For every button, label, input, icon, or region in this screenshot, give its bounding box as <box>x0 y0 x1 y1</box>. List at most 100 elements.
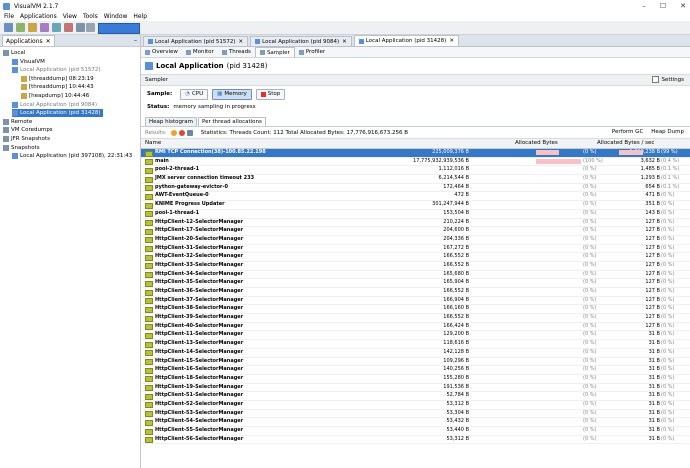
table-row[interactable]: HttpClient-40-SelectorManager 166,424 B (0… <box>141 323 690 332</box>
document-tab[interactable]: Local Application (pid 9084) ✕ <box>250 36 352 46</box>
tree-node[interactable]: VisualVM <box>12 58 45 66</box>
table-row[interactable]: HttpClient-11-SelectorManager 129,200 B (0… <box>141 331 690 341</box>
perform-gc-button[interactable]: Perform GC <box>612 129 643 135</box>
table-row[interactable]: main 17,775,932,939,536 B (100 %) 3,632 B (0… <box>141 158 690 167</box>
result-tab[interactable]: Heap histogram <box>145 117 198 126</box>
table-row[interactable]: HttpClient-33-SelectorManager 166,552 B (0… <box>141 262 690 271</box>
table-row[interactable]: HttpClient-12-SelectorManager 210,224 B (0… <box>141 219 690 228</box>
table-row[interactable]: HttpClient-36-SelectorManager 166,552 B (0… <box>141 288 690 297</box>
jfr-icon[interactable] <box>64 23 73 32</box>
table-row[interactable]: HttpClient-39-SelectorManager 166,552 B (0… <box>141 314 690 323</box>
tree-node[interactable]: Remote <box>3 118 32 126</box>
table-row[interactable]: HttpClient-37-SelectorManager 166,904 B (0… <box>141 297 690 306</box>
stop-button[interactable]: Stop <box>255 88 286 100</box>
tree-node[interactable]: [threaddump] 08:23:19 <box>21 75 94 83</box>
sampler-label: Sampler <box>145 77 168 83</box>
close-tab-icon[interactable]: ✕ <box>449 38 454 44</box>
view-tab[interactable]: Threads <box>218 48 255 57</box>
table-row[interactable]: HttpClient-13-SelectorManager 118,616 B (0… <box>141 340 690 349</box>
column-allocated-bytes-per-sec[interactable]: Allocated Bytes / sec <box>597 140 654 146</box>
coredump-icon[interactable] <box>52 23 61 32</box>
view-tab[interactable]: Sampler <box>254 47 295 57</box>
settings-checkbox[interactable] <box>652 76 660 83</box>
tree-node[interactable]: Local Application (pid 397108), 22:31:43 <box>12 152 132 160</box>
cpu-button[interactable]: ◔ CPU <box>180 88 209 100</box>
tree-node[interactable]: JFR Snapshots <box>3 135 50 143</box>
table-row[interactable]: HttpClient-16-SelectorManager 140,256 B (0… <box>141 366 690 375</box>
table-row[interactable]: python-gateway-evictor-0 172,464 B (0 %) 65… <box>141 184 690 193</box>
table-row[interactable]: KNIME Progress Updater 301,247,944 B (0 %)… <box>141 201 690 210</box>
close-icon[interactable]: ✕ <box>680 2 686 10</box>
cell-rate: 351 B <box>645 201 660 208</box>
table-row[interactable]: HttpClient-51-SelectorManager 52,784 B (0 … <box>141 392 690 401</box>
table-row[interactable]: HttpClient-52-SelectorManager 53,312 B (0 … <box>141 401 690 410</box>
tree-node[interactable]: Local Application (pid 31428) <box>12 109 103 118</box>
table-row[interactable]: HttpClient-54-SelectorManager 53,432 B (0 … <box>141 418 690 427</box>
table-row[interactable]: HttpClient-18-SelectorManager 155,280 B (0… <box>141 375 690 384</box>
table-row[interactable]: pool-1-thread-1 153,504 B (0 %) 143 B (0 %) <box>141 210 690 219</box>
add-jmx-icon[interactable] <box>16 23 25 32</box>
table-row[interactable]: HttpClient-35-SelectorManager 165,904 B (0… <box>141 279 690 288</box>
document-tab[interactable]: Local Application (pid 31428) ✕ <box>353 35 459 46</box>
open-icon[interactable] <box>4 23 13 32</box>
table-row[interactable]: HttpClient-56-SelectorManager 53,312 B (0 … <box>141 436 690 445</box>
table-row[interactable]: HttpClient-38-SelectorManager 166,160 B (0… <box>141 305 690 315</box>
tree-node[interactable]: Local Application (pid 9084) <box>12 101 97 109</box>
delta-icon[interactable] <box>186 129 193 136</box>
menu-file[interactable]: File <box>4 13 14 20</box>
maximize-icon[interactable]: ☐ <box>660 2 666 10</box>
pause-icon[interactable] <box>170 129 177 136</box>
table-row[interactable]: HttpClient-17-SelectorManager 204,600 B (0… <box>141 227 690 236</box>
table-row[interactable]: HttpClient-31-SelectorManager 167,272 B (0… <box>141 245 690 254</box>
memory-button[interactable]: ▦ Memory <box>212 88 252 100</box>
table-row[interactable]: HttpClient-14-SelectorManager 142,128 B (0… <box>141 349 690 358</box>
menu-help[interactable]: Help <box>133 13 147 20</box>
minimize-icon[interactable]: – <box>642 2 646 10</box>
toolbar-selected-button[interactable] <box>98 23 140 34</box>
table-row[interactable]: HttpClient-19-SelectorManager 191,536 B (0… <box>141 384 690 393</box>
add-snapshot-icon[interactable] <box>40 23 49 32</box>
tree-node[interactable]: VM Coredumps <box>3 126 53 134</box>
tree-node[interactable]: Local Application (pid 51572) <box>12 66 101 74</box>
table-row[interactable]: RMI TCP Connection(38)-100.85.22.198 225,… <box>141 149 690 158</box>
tree-node[interactable]: [threaddump] 10:44:43 <box>21 83 94 91</box>
view-tab[interactable]: Profiler <box>295 48 329 57</box>
heap-dump-button[interactable]: Heap Dump <box>651 129 684 135</box>
tree-node[interactable]: Snapshots <box>3 144 40 152</box>
thread-icon <box>145 185 153 192</box>
settings-toggle[interactable]: Settings <box>652 76 684 83</box>
menu-applications[interactable]: Applications <box>20 13 57 20</box>
view-tab[interactable]: Overview <box>141 48 182 57</box>
table-row[interactable]: HttpClient-55-SelectorManager 53,440 B (0 … <box>141 427 690 436</box>
menu-window[interactable]: Window <box>104 13 128 20</box>
table-row[interactable]: HttpClient-15-SelectorManager 109,296 B (0… <box>141 358 690 367</box>
minimize-panel-icon[interactable]: – <box>134 37 137 44</box>
table-row[interactable]: AWT-EventQueue-0 472 B (0 %) 471 B (0 %) <box>141 192 690 202</box>
column-allocated-bytes[interactable]: Allocated Bytes <box>515 140 558 146</box>
view-tab[interactable]: Monitor <box>182 48 218 57</box>
add-remote-host-icon[interactable] <box>28 23 37 32</box>
table-row[interactable]: pool-2-thread-1 1,112,016 B (0 %) 1,485 B (0… <box>141 166 690 176</box>
table-row[interactable]: HttpClient-32-SelectorManager 166,552 B (0… <box>141 253 690 262</box>
tree-node[interactable]: [heapdump] 10:44:46 <box>21 92 89 100</box>
result-tab[interactable]: Per thread allocations <box>198 117 266 126</box>
compare-icon[interactable] <box>86 23 95 32</box>
tree-node[interactable]: Local <box>3 49 25 57</box>
table-row[interactable]: HttpClient-34-SelectorManager 165,680 B (0… <box>141 271 690 280</box>
table-row[interactable]: HttpClient-20-SelectorManager 204,336 B (0… <box>141 236 690 245</box>
load-icon[interactable] <box>76 23 85 32</box>
table-row[interactable]: HttpClient-53-SelectorManager 53,304 B (0 … <box>141 410 690 419</box>
close-tab-icon[interactable]: ✕ <box>239 39 244 45</box>
cell-rate: 31 B <box>648 340 660 347</box>
menu-tools[interactable]: Tools <box>83 13 98 20</box>
cell-pct: (0 %) <box>583 201 597 208</box>
close-tab-icon[interactable]: ✕ <box>46 38 51 45</box>
snapshot-icon[interactable] <box>178 129 185 136</box>
column-name[interactable]: Name <box>145 140 161 146</box>
table-row[interactable]: JMX server connection timeout 233 6,214,5… <box>141 175 690 184</box>
tab-applications[interactable]: Applications ✕ <box>2 35 55 46</box>
close-tab-icon[interactable]: ✕ <box>342 39 347 45</box>
menu-view[interactable]: View <box>63 13 77 20</box>
document-tab[interactable]: Local Application (pid 51572) ✕ <box>143 36 249 46</box>
cell-rate: 31 B <box>648 435 660 442</box>
